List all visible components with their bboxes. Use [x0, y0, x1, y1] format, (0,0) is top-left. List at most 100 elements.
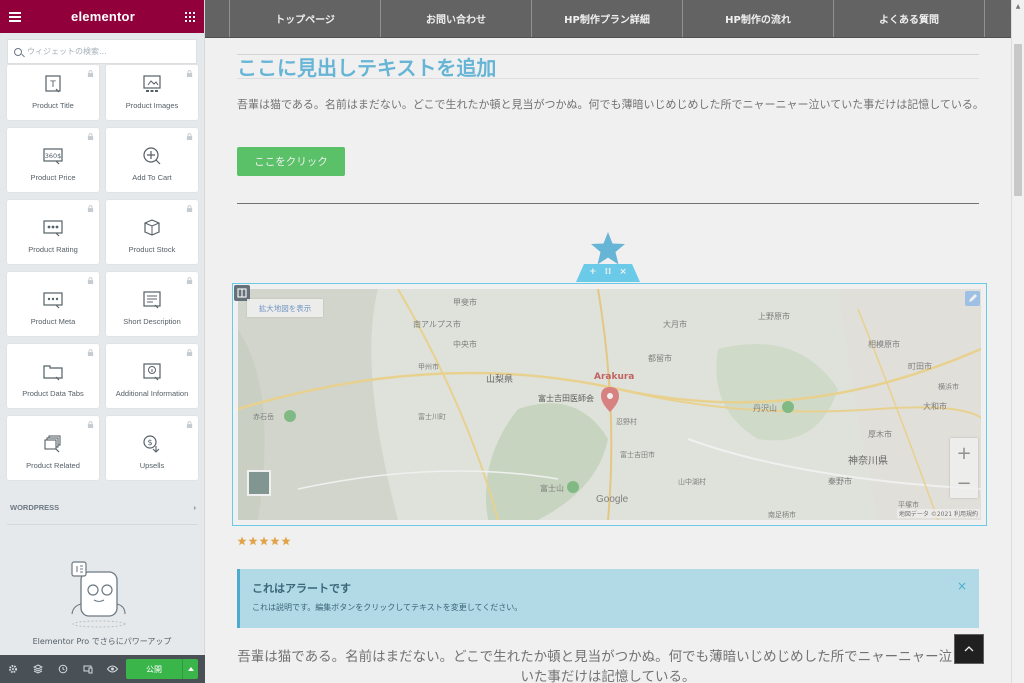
alert-box[interactable]: これはアラートです これは説明です。編集ボタンをクリックしてテキストを変更してく…: [237, 569, 979, 628]
section-handle[interactable]: + ⁞⁞ ×: [576, 264, 640, 282]
zoom-out-button[interactable]: −: [950, 468, 978, 498]
svg-text:富士吉田市: 富士吉田市: [620, 450, 655, 459]
widget-product-price[interactable]: 360$ Product Price: [7, 128, 99, 192]
drag-handle-icon[interactable]: ⁞⁞: [605, 267, 612, 277]
lock-icon: [186, 205, 193, 212]
panel-footer: 公開: [0, 655, 205, 683]
svg-text:甲州市: 甲州市: [418, 362, 439, 371]
scroll-to-top-button[interactable]: [954, 634, 984, 664]
widget-product-stock[interactable]: Product Stock: [106, 200, 198, 264]
add-section-icon[interactable]: +: [589, 267, 597, 277]
svg-text:T: T: [49, 80, 56, 90]
scrollbar-thumb[interactable]: [1014, 44, 1022, 196]
product-meta-icon: [43, 292, 63, 309]
widget-product-data-tabs[interactable]: Product Data Tabs: [7, 344, 99, 408]
lock-icon: [186, 421, 193, 428]
elementor-logo: elementor: [71, 9, 135, 24]
svg-text:富士川町: 富士川町: [418, 412, 446, 421]
star-icon[interactable]: [589, 230, 627, 268]
nav-item-faq[interactable]: よくある質問: [834, 0, 985, 37]
divider: [237, 78, 979, 79]
chevron-right-icon: ›: [193, 502, 197, 512]
svg-text:丹沢山: 丹沢山: [753, 403, 777, 413]
star-rating[interactable]: [237, 536, 291, 546]
lock-icon: [87, 421, 94, 428]
wordpress-category-label: WORDPRESS: [10, 502, 60, 512]
navigator-layers-icon[interactable]: [31, 663, 44, 676]
svg-text:厚木市: 厚木市: [868, 429, 892, 439]
price-icon-text: 360$: [45, 152, 62, 160]
cta-button[interactable]: ここをクリック: [237, 147, 345, 176]
history-icon[interactable]: [56, 663, 69, 676]
add-to-cart-icon: [143, 147, 161, 165]
responsive-mode-icon[interactable]: [81, 663, 94, 676]
nav-item-contact[interactable]: お問い合わせ: [381, 0, 532, 37]
widget-upsells[interactable]: $ Upsells: [106, 416, 198, 480]
alert-close-icon[interactable]: ×: [957, 579, 967, 593]
widget-add-to-cart[interactable]: Add To Cart: [106, 128, 198, 192]
widget-product-rating[interactable]: Product Rating: [7, 200, 99, 264]
divider-widget[interactable]: [237, 203, 979, 204]
settings-gear-icon[interactable]: [6, 663, 19, 676]
svg-text:中央市: 中央市: [453, 339, 477, 349]
svg-text:神奈川県: 神奈川県: [848, 454, 888, 467]
svg-text:平塚市: 平塚市: [898, 500, 919, 509]
publish-label: 公開: [146, 664, 162, 674]
nav-item-plan-details[interactable]: HP制作プラン詳細: [532, 0, 683, 37]
widget-product-images[interactable]: Product Images: [106, 65, 198, 120]
product-rating-icon: [43, 220, 63, 237]
lock-icon: [186, 349, 193, 356]
google-map-widget[interactable]: Arakura 富士吉田医師会 山梨県 神奈川県 南アルプス市 甲斐市 中央市 …: [232, 283, 987, 526]
map-canvas[interactable]: Arakura 富士吉田医師会 山梨県 神奈川県 南アルプス市 甲斐市 中央市 …: [238, 289, 981, 520]
product-data-tabs-icon: [43, 365, 63, 381]
lock-icon: [87, 277, 94, 284]
nav-item-top-page[interactable]: トップページ: [230, 0, 381, 37]
svg-text:忍野村: 忍野村: [616, 417, 637, 426]
text-paragraph[interactable]: 吾輩は猫である。名前はまだない。どこで生れたか頓と見当がつかぬ。何でも薄暗いじめ…: [237, 96, 984, 112]
widget-product-meta[interactable]: Product Meta: [7, 272, 99, 336]
preview-eye-icon[interactable]: [106, 663, 119, 676]
widget-label: Additional Information: [115, 389, 189, 398]
widget-additional-information[interactable]: Additional Information: [106, 344, 198, 408]
zoom-in-button[interactable]: +: [950, 438, 978, 468]
lock-icon: [186, 70, 193, 77]
widgets-grid-icon[interactable]: [185, 11, 195, 22]
widget-product-title[interactable]: T Product Title: [7, 65, 99, 120]
view-larger-map-link[interactable]: 拡大地図を表示: [247, 299, 323, 317]
svg-text:富士吉田医師会: 富士吉田医師会: [538, 393, 594, 403]
publish-options-caret-icon[interactable]: [182, 659, 198, 679]
svg-text:赤石岳: 赤石岳: [253, 413, 274, 421]
widget-short-description[interactable]: Short Description: [106, 272, 198, 336]
svg-text:都留市: 都留市: [648, 353, 672, 363]
scroll-up-arrow-icon[interactable]: ▲: [1012, 0, 1024, 12]
wordpress-category[interactable]: WORDPRESS ›: [10, 500, 196, 514]
widget-label: Product Price: [30, 173, 76, 182]
widget-label: Product Images: [125, 101, 179, 110]
delete-section-icon[interactable]: ×: [619, 267, 627, 277]
widget-edit-pencil-icon[interactable]: [965, 291, 980, 306]
page-heading[interactable]: ここに見出しテキストを追加: [237, 52, 496, 81]
widget-label: Product Stock: [128, 245, 176, 254]
widget-search-input[interactable]: ウィジェットの検索...: [7, 39, 197, 64]
street-view-pegman-icon[interactable]: [247, 470, 271, 496]
nav-item-production-flow[interactable]: HP制作の流れ: [683, 0, 834, 37]
text-paragraph-large[interactable]: 吾輩は猫である。名前はまだない。どこで生れたか頓と見当がつかぬ。何でも薄暗いじめ…: [237, 647, 979, 683]
rating-star-icon: [270, 536, 280, 546]
map-attribution[interactable]: 地図データ ©2021 利用規約: [896, 509, 980, 518]
site-navigation: トップページ お問い合わせ HP制作プラン詳細 HP制作の流れ よくある質問: [205, 0, 1011, 38]
widget-label: Product Data Tabs: [22, 389, 84, 398]
page-scrollbar[interactable]: ▲: [1011, 0, 1024, 683]
panel-header: elementor: [0, 0, 204, 33]
widget-product-related[interactable]: Product Related: [7, 416, 99, 480]
publish-button[interactable]: 公開: [126, 659, 198, 679]
widget-label: Short Description: [123, 317, 181, 326]
svg-text:富士山: 富士山: [540, 483, 564, 493]
map-zoom-control: + −: [950, 438, 978, 498]
svg-text:秦野市: 秦野市: [828, 476, 852, 486]
product-title-icon: T: [45, 75, 61, 93]
svg-text:相模原市: 相模原市: [868, 339, 900, 349]
lock-icon: [186, 277, 193, 284]
svg-text:大和市: 大和市: [923, 401, 947, 411]
svg-text:南アルプス市: 南アルプス市: [413, 319, 461, 329]
menu-icon[interactable]: [9, 11, 21, 22]
